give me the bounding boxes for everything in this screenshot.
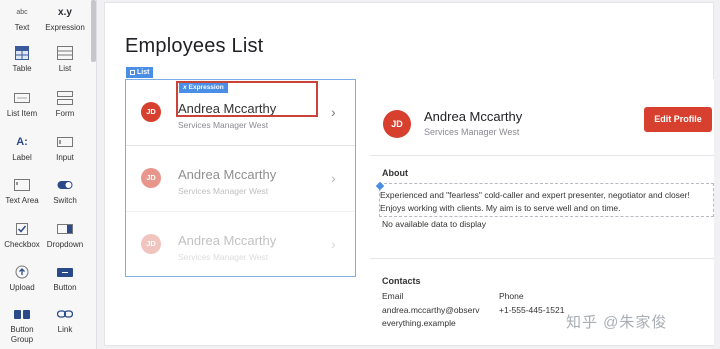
avatar: JD [141,102,161,122]
list-selection-tag: List [126,67,154,78]
list-item-subtitle: Services Manager West [178,186,269,196]
expression-icon: x.y [58,6,72,18]
list-item[interactable]: JD Andrea Mccarthy Services Manager West… [126,212,355,278]
table-icon [0,45,44,61]
divider [370,258,714,259]
tool-upload[interactable]: Upload [0,264,44,293]
expression-selection-tag: x Expression [179,83,228,93]
list-icon [43,45,87,61]
tool-text[interactable]: abc Text [0,4,44,33]
link-icon [43,306,87,322]
chevron-right-icon[interactable]: › [331,170,336,186]
tool-link[interactable]: Link [43,306,87,335]
tool-dropdown[interactable]: Dropdown [43,221,87,250]
list-item-icon [0,90,44,106]
email-value-line-1[interactable]: andrea.mccarthy@observ [382,305,479,315]
chevron-right-icon[interactable]: › [331,104,336,120]
toolbox-scrollbar[interactable] [91,0,96,62]
form-icon [43,90,87,106]
button-group-icon [0,306,44,322]
checkbox-icon [0,221,44,237]
upload-icon [0,264,44,280]
tool-form[interactable]: Form [43,90,87,119]
list-item-subtitle: Services Manager West [178,252,269,262]
tool-button-group[interactable]: Button Group [0,306,44,345]
phone-value[interactable]: +1-555-445-1521 [499,305,564,315]
detail-name: Andrea Mccarthy [424,109,523,124]
tool-input[interactable]: Input [43,134,87,163]
expression-tag-label: Expression [188,84,224,91]
detail-subtitle: Services Manager West [424,127,520,137]
watermark: 知乎 @朱家俊 [566,314,668,331]
list-item-name: Andrea Mccarthy [178,167,277,182]
input-icon [43,134,87,150]
component-toolbox: abc Text x.y Expression Table List List … [0,0,97,349]
tool-expression[interactable]: x.y Expression [43,4,87,33]
email-value-line-2[interactable]: everything.example [382,318,456,328]
list-tag-label: List [137,69,150,76]
list-item[interactable]: JD Andrea Mccarthy Services Manager West… [126,146,355,212]
about-text: Experienced and "fearless" cold-caller a… [380,190,690,213]
list-tag-icon [130,70,135,75]
expression-tag-icon: x [183,84,187,91]
divider [370,155,714,156]
tool-checkbox[interactable]: Checkbox [0,221,44,250]
switch-icon [43,177,87,193]
tool-switch[interactable]: Switch [43,177,87,206]
text-icon: abc [16,8,28,16]
chevron-right-icon[interactable]: › [331,236,336,252]
dropdown-icon [43,221,87,237]
text-area-icon [0,177,44,193]
list-item-name: Andrea Mccarthy [178,233,277,248]
tool-table[interactable]: Table [0,45,44,74]
tool-button[interactable]: Button [43,264,87,293]
page-title[interactable]: Employees List [125,35,263,58]
avatar: JD [141,168,161,188]
email-label: Email [382,291,404,301]
button-icon [43,264,87,280]
phone-label: Phone [499,291,524,301]
tool-label[interactable]: A: Label [0,134,44,163]
tool-list-item[interactable]: List Item [0,90,44,119]
no-data-message: No available data to display [382,219,486,229]
about-heading: About [382,168,408,178]
tool-list[interactable]: List [43,45,87,74]
avatar: JD [141,234,161,254]
edit-profile-button[interactable]: Edit Profile [644,107,712,132]
contacts-heading: Contacts [382,276,421,286]
detail-avatar: JD [383,110,411,138]
label-icon: A: [16,136,28,148]
list-item-subtitle: Services Manager West [178,120,269,130]
tool-text-area[interactable]: Text Area [0,177,44,206]
